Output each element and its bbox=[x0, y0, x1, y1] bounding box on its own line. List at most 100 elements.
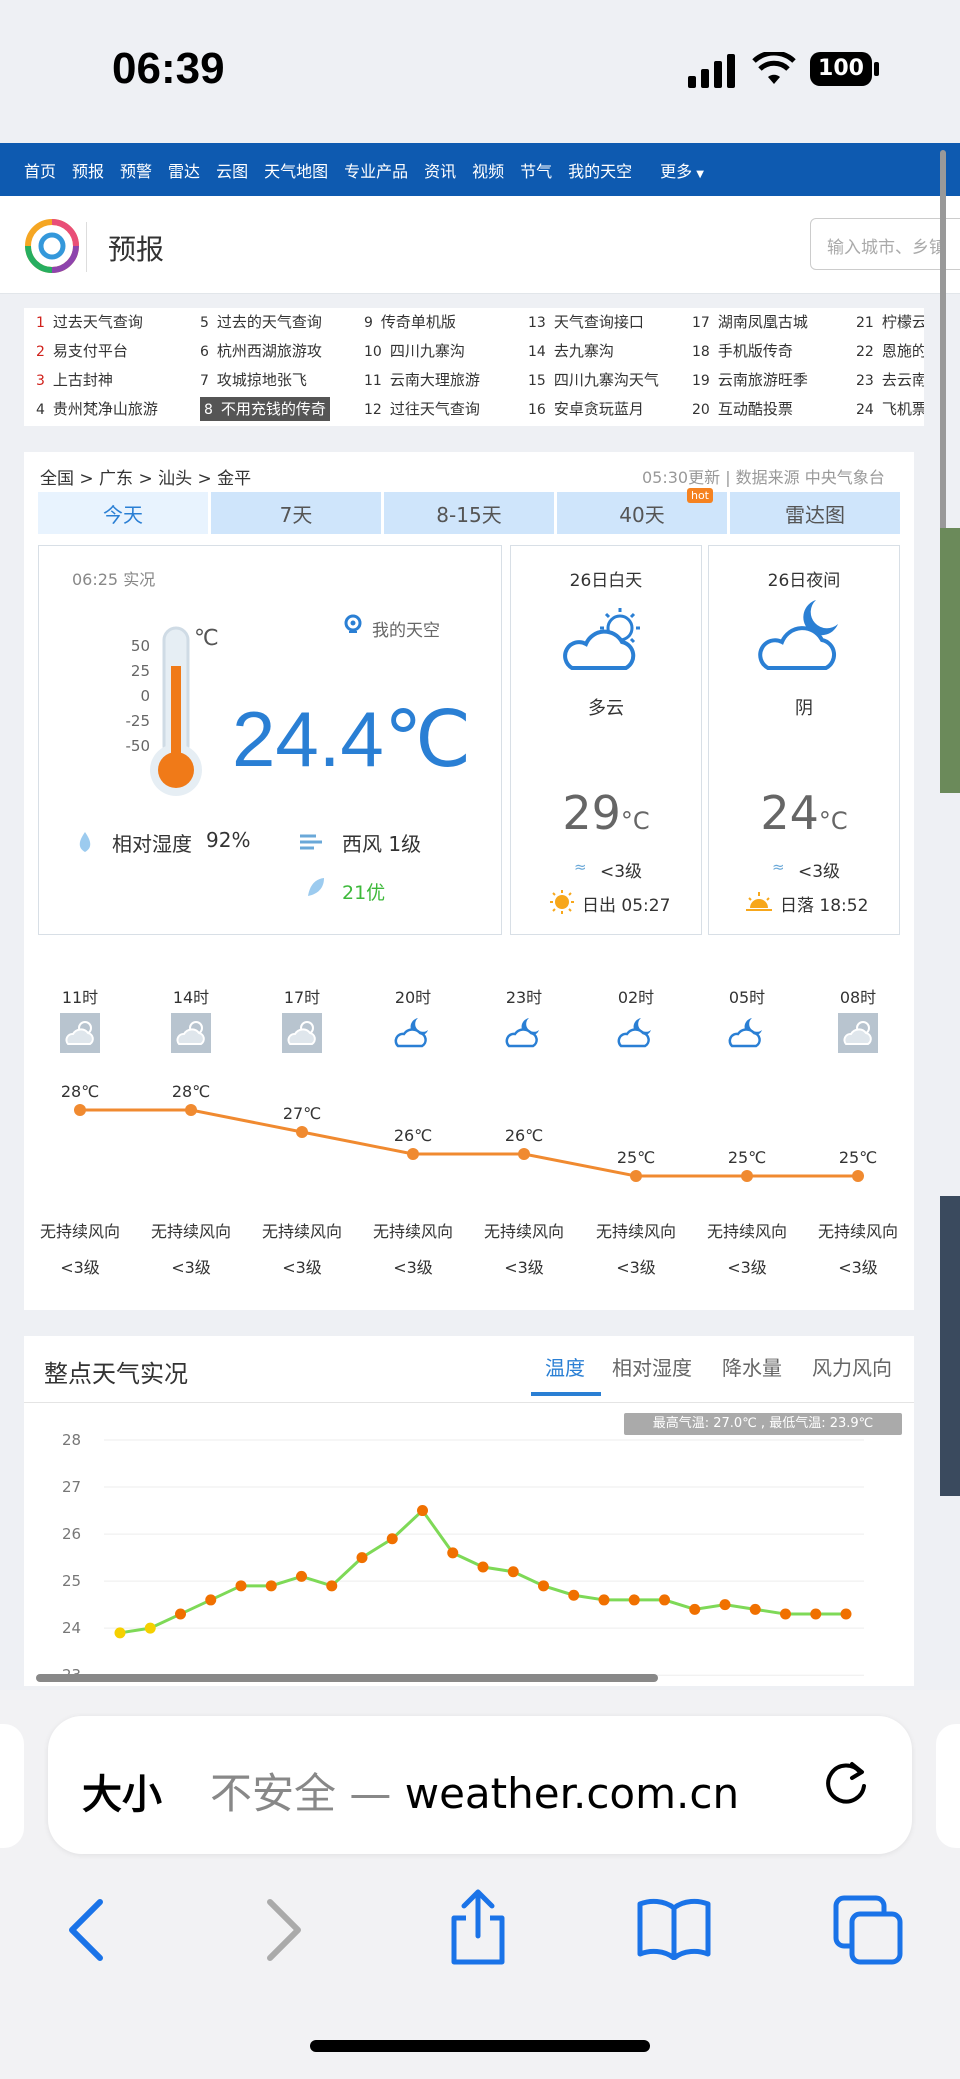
temp-point[interactable] bbox=[628, 1594, 640, 1606]
hot-link[interactable]: 22 恩施的旅游景 bbox=[856, 339, 924, 363]
tab-radar[interactable]: 雷达图 bbox=[730, 492, 900, 534]
temp-point[interactable] bbox=[689, 1603, 701, 1615]
temp-point[interactable] bbox=[477, 1561, 489, 1573]
nav-item[interactable]: 天气地图 bbox=[264, 158, 328, 182]
hot-link[interactable]: 7 攻城掠地张飞 bbox=[200, 368, 307, 392]
tab-8-15days[interactable]: 8-15天 bbox=[384, 492, 554, 534]
nav-item[interactable]: 云图 bbox=[216, 158, 248, 182]
temp-point[interactable] bbox=[749, 1603, 761, 1615]
reload-icon[interactable] bbox=[820, 1758, 872, 1810]
breadcrumb[interactable]: 全国 > 广东 > 汕头 > 金平 bbox=[40, 464, 251, 489]
nav-item[interactable]: 视频 bbox=[472, 158, 504, 182]
hot-link[interactable]: 16 安卓贪玩蓝月 bbox=[528, 397, 644, 421]
nav-item[interactable]: 雷达 bbox=[168, 158, 200, 182]
temp-point[interactable] bbox=[386, 1533, 398, 1545]
temp-point[interactable] bbox=[326, 1580, 338, 1592]
hot-link[interactable]: 4 贵州梵净山旅游 bbox=[36, 397, 158, 421]
temp-point[interactable] bbox=[447, 1547, 459, 1559]
signal-icon bbox=[688, 54, 735, 88]
nav-item[interactable]: 专业产品 bbox=[344, 158, 408, 182]
temp-point[interactable] bbox=[568, 1589, 580, 1601]
temp-point[interactable] bbox=[507, 1566, 519, 1578]
tab-40days[interactable]: 40天 hot bbox=[557, 488, 727, 534]
logo-icon[interactable] bbox=[24, 218, 80, 274]
hot-link[interactable]: 14 去九寨沟 bbox=[528, 339, 614, 363]
temp-point[interactable] bbox=[205, 1594, 217, 1606]
temp-point[interactable] bbox=[265, 1580, 277, 1592]
hot-link[interactable]: 18 手机版传奇 bbox=[692, 339, 793, 363]
hot-link[interactable]: 2 易支付平台 bbox=[36, 339, 128, 363]
temp-point[interactable] bbox=[840, 1608, 852, 1620]
temp-point[interactable] bbox=[538, 1580, 549, 1592]
vertical-scrollbar[interactable] bbox=[940, 150, 946, 580]
hot-link-rank: 5 bbox=[200, 315, 209, 331]
prev-tab-peek[interactable] bbox=[0, 1724, 24, 1848]
tab-today[interactable]: 今天 bbox=[38, 492, 208, 534]
obs-tab-precip[interactable]: 降水量 bbox=[722, 1352, 782, 1381]
hot-link[interactable]: 15 四川九寨沟天气 bbox=[528, 368, 659, 392]
tab-label: 今天 bbox=[103, 502, 143, 527]
wind-icon bbox=[300, 834, 322, 850]
day-wind: <3级 bbox=[600, 862, 643, 882]
share-icon[interactable] bbox=[446, 1888, 510, 1968]
temp-point[interactable] bbox=[719, 1599, 731, 1611]
hot-link[interactable]: 17 湖南凤凰古城 bbox=[692, 310, 808, 334]
hot-link[interactable]: 13 天气查询接口 bbox=[528, 310, 644, 334]
temp-point[interactable] bbox=[659, 1594, 670, 1606]
back-icon[interactable] bbox=[64, 1898, 108, 1962]
leaf-icon bbox=[308, 878, 324, 896]
my-sky-link[interactable]: 我的天空 bbox=[372, 616, 440, 641]
hot-link-label: 互动酷投票 bbox=[717, 400, 793, 418]
humidity-value: 92% bbox=[206, 828, 251, 852]
hot-link[interactable]: 21 柠檬云财务软 bbox=[856, 310, 924, 334]
obs-tab-humidity[interactable]: 相对湿度 bbox=[612, 1352, 692, 1381]
forward-icon[interactable] bbox=[262, 1898, 306, 1962]
home-indicator[interactable] bbox=[310, 2040, 650, 2052]
night-temp-value: 24 bbox=[760, 786, 819, 840]
temp-point[interactable] bbox=[356, 1552, 368, 1564]
temp-point[interactable] bbox=[144, 1622, 156, 1634]
url-text[interactable]: 不安全 — weather.com.cn bbox=[210, 1760, 739, 1821]
temp-point[interactable] bbox=[114, 1627, 126, 1639]
nav-item[interactable]: 预警 bbox=[120, 158, 152, 182]
hot-link[interactable]: 23 去云南旅游攻 bbox=[856, 368, 924, 392]
hot-link-rank: 18 bbox=[692, 344, 710, 360]
tab-7days[interactable]: 7天 bbox=[211, 492, 381, 534]
obs-tab-temperature[interactable]: 温度 bbox=[545, 1352, 585, 1381]
hot-link[interactable]: 9 传奇单机版 bbox=[364, 310, 456, 334]
hot-link[interactable]: 8 不用充钱的传奇 bbox=[200, 397, 330, 421]
temp-point[interactable] bbox=[296, 1570, 307, 1582]
y-tick-label: 28 bbox=[62, 1431, 81, 1449]
temp-point[interactable] bbox=[175, 1608, 186, 1620]
horizontal-scrollbar[interactable] bbox=[36, 1674, 658, 1682]
hot-link[interactable]: 6 杭州西湖旅游攻 bbox=[200, 339, 322, 363]
nav-item[interactable]: 预报 bbox=[72, 158, 104, 182]
hot-link[interactable]: 24 飞机票查询价 bbox=[856, 397, 924, 421]
nav-more[interactable]: 更多 ▼ bbox=[660, 158, 720, 182]
aqi-value[interactable]: 21优 bbox=[342, 878, 385, 905]
nav-item[interactable]: 节气 bbox=[520, 158, 552, 182]
hot-link[interactable]: 5 过去的天气查询 bbox=[200, 310, 322, 334]
hot-link[interactable]: 12 过往天气查询 bbox=[364, 397, 480, 421]
next-tab-peek[interactable] bbox=[936, 1724, 960, 1848]
hot-link[interactable]: 3 上古封神 bbox=[36, 368, 113, 392]
hot-link[interactable]: 19 云南旅游旺季 bbox=[692, 368, 808, 392]
nav-item[interactable]: 我的天空 bbox=[568, 158, 632, 182]
hot-link[interactable]: 1 过去天气查询 bbox=[36, 310, 143, 334]
hot-link[interactable]: 20 互动酷投票 bbox=[692, 397, 793, 421]
temp-point[interactable] bbox=[780, 1608, 791, 1620]
bookmarks-icon[interactable] bbox=[636, 1896, 712, 1960]
nav-item[interactable]: 首页 bbox=[24, 158, 56, 182]
obs-tab-wind[interactable]: 风力风向 bbox=[812, 1352, 892, 1381]
nav-item[interactable]: 资讯 bbox=[424, 158, 456, 182]
hot-link[interactable]: 10 四川九寨沟 bbox=[364, 339, 465, 363]
hot-link[interactable]: 11 云南大理旅游 bbox=[364, 368, 480, 392]
search-input[interactable]: 输入城市、乡镇 bbox=[810, 218, 960, 270]
tabs-icon[interactable] bbox=[832, 1894, 904, 1966]
status-time: 06:39 bbox=[112, 44, 225, 93]
temp-point[interactable] bbox=[810, 1608, 822, 1620]
temp-point[interactable] bbox=[598, 1594, 610, 1606]
text-size-button[interactable]: 大小 bbox=[82, 1762, 162, 1820]
temp-point[interactable] bbox=[235, 1580, 247, 1592]
temp-point[interactable] bbox=[417, 1505, 428, 1517]
